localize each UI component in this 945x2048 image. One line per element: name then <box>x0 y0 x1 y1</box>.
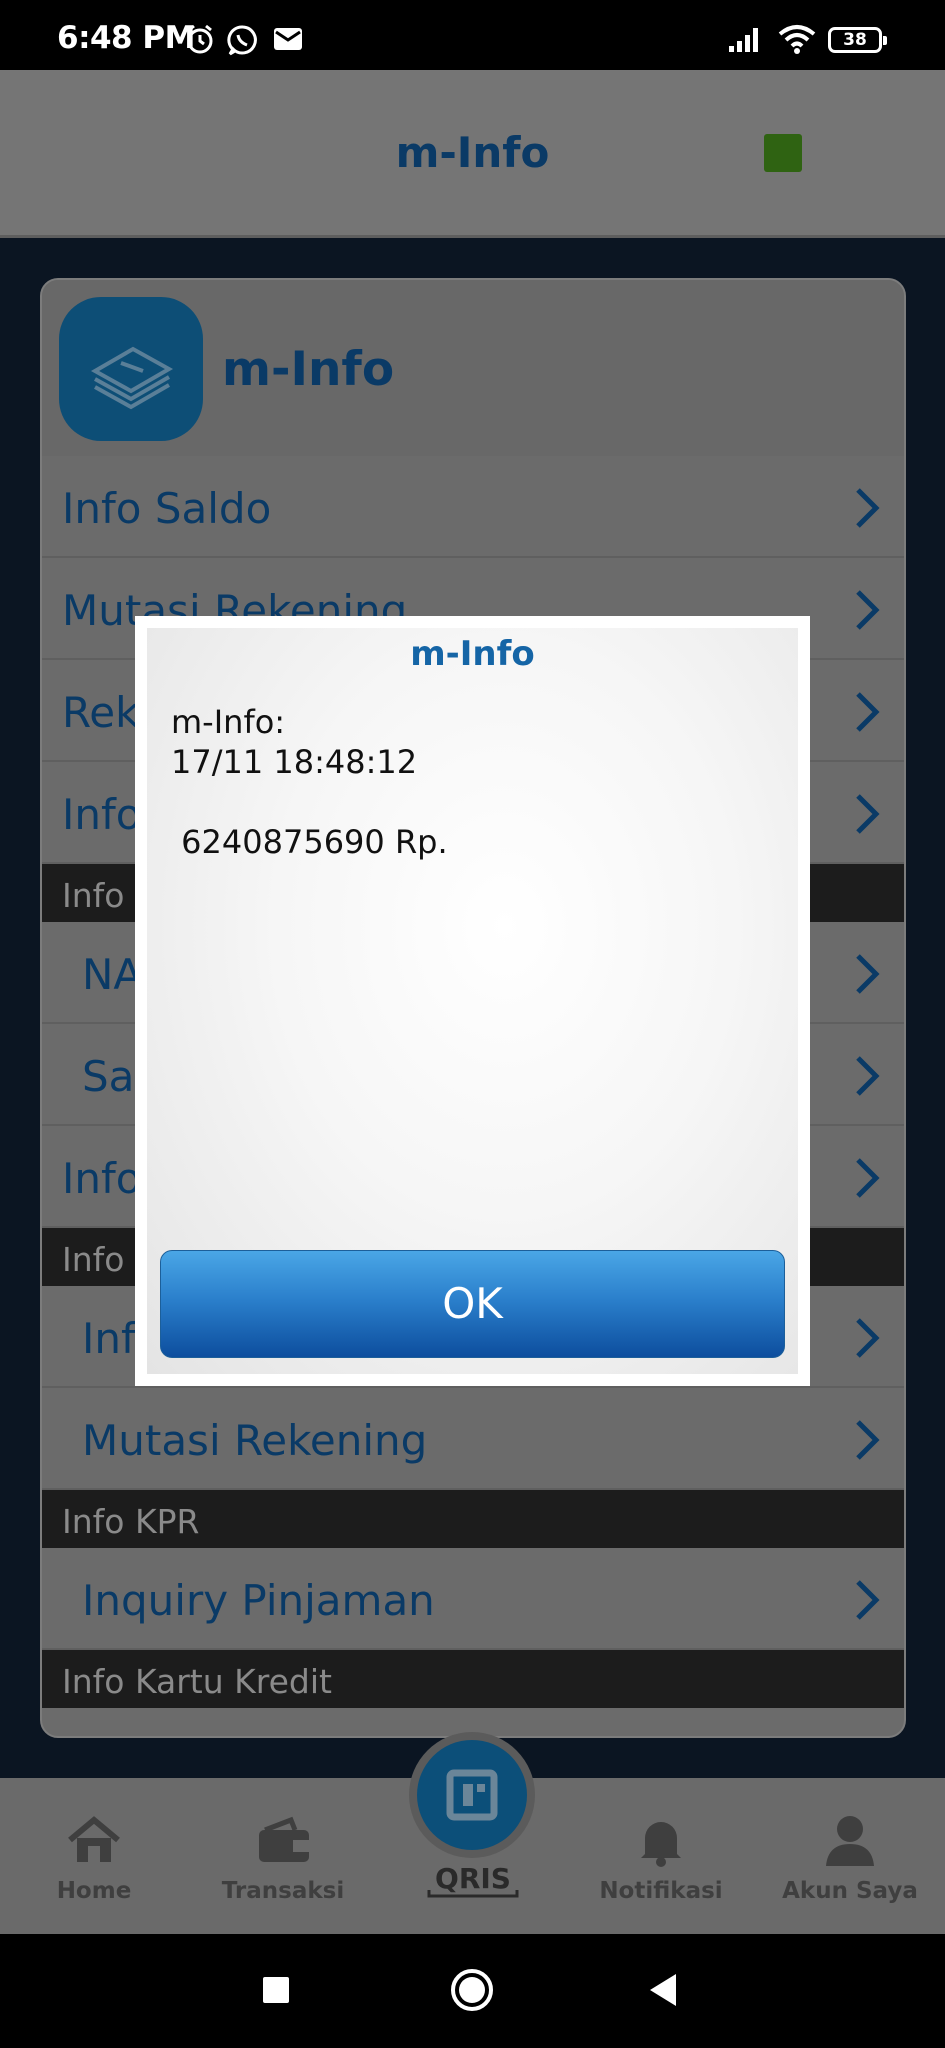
chevron-right-icon <box>856 1056 880 1096</box>
section-label: Info I <box>62 876 145 915</box>
back-icon[interactable] <box>648 1972 678 2008</box>
menu-item-label: Inquiry Pinjaman <box>82 1576 435 1625</box>
nav-label: Home <box>56 1878 132 1904</box>
nav-home[interactable]: Home <box>19 1778 169 1934</box>
home-icon <box>68 1816 120 1862</box>
card-title: m-Info <box>222 342 395 397</box>
chevron-right-icon <box>856 1318 880 1358</box>
menu-item-label: Rek <box>62 688 140 737</box>
nav-notifikasi[interactable]: Notifikasi <box>586 1778 736 1934</box>
menu-item-label: Inf <box>82 1314 136 1363</box>
qr-scan-icon <box>446 1769 498 1821</box>
section-label: Info KPR <box>62 1502 200 1541</box>
section-label: Info I <box>62 1240 145 1279</box>
system-navigation-bar <box>0 1934 945 2048</box>
section-header-kartu-kredit: Info Kartu Kredit <box>42 1650 904 1708</box>
chevron-right-icon <box>856 954 880 994</box>
menu-item-mutasi-rekening-2[interactable]: Mutasi Rekening <box>42 1388 904 1490</box>
chevron-right-icon <box>856 590 880 630</box>
status-time: 6:48 PM <box>57 20 195 56</box>
app-header: m-Info <box>0 70 945 238</box>
home-circle-icon[interactable] <box>450 1968 494 2012</box>
recents-icon[interactable] <box>262 1976 290 2004</box>
ok-button[interactable]: OK <box>160 1250 785 1358</box>
qris-inner <box>417 1740 527 1850</box>
section-header-kpr: Info KPR <box>42 1490 904 1548</box>
status-indicator <box>764 134 802 172</box>
menu-item-label: Info <box>62 1154 142 1203</box>
whatsapp-icon <box>227 25 257 56</box>
card-header: m-Info <box>42 280 904 456</box>
chevron-right-icon <box>856 488 880 528</box>
nav-label: Transaksi <box>221 1878 345 1904</box>
qris-logo: QRIS <box>427 1862 519 1898</box>
mail-icon <box>274 28 302 50</box>
nav-transaksi[interactable]: Transaksi <box>208 1778 358 1934</box>
dialog-title: m-Info <box>410 634 535 674</box>
wifi-icon <box>778 25 816 54</box>
section-label: Info Kartu Kredit <box>62 1662 332 1701</box>
nav-label: Akun Saya <box>782 1878 918 1904</box>
page-title: m-Info <box>395 128 550 177</box>
menu-item-label: Info Saldo <box>62 484 272 533</box>
chevron-right-icon <box>856 1580 880 1620</box>
money-stack-icon <box>59 297 203 441</box>
chevron-right-icon <box>856 692 880 732</box>
menu-item-label: Info <box>62 790 142 839</box>
status-bar: 6:48 PM 38 <box>0 0 945 70</box>
signal-icon <box>729 28 758 52</box>
nav-akun-saya[interactable]: Akun Saya <box>775 1778 925 1934</box>
menu-item-label: Mutasi Rekening <box>82 1416 428 1465</box>
nav-label: Notifikasi <box>599 1878 723 1904</box>
battery-icon: 38 <box>828 27 887 53</box>
info-dialog: m-Info m-Info: 17/11 18:48:12 6240875690… <box>135 616 810 1386</box>
chevron-right-icon <box>856 1420 880 1460</box>
qris-button[interactable] <box>409 1732 535 1858</box>
user-icon <box>826 1816 874 1866</box>
menu-item-info-saldo[interactable]: Info Saldo <box>42 456 904 558</box>
dialog-body: m-Info m-Info: 17/11 18:48:12 6240875690… <box>147 628 798 1374</box>
bell-icon <box>641 1822 681 1867</box>
menu-item-label: NA <box>82 950 143 999</box>
qris-logo-text: QRIS <box>435 1862 511 1895</box>
alarm-icon <box>187 24 213 54</box>
dialog-message: m-Info: 17/11 18:48:12 6240875690 Rp. <box>171 703 448 861</box>
chevron-right-icon <box>856 794 880 834</box>
menu-item-inquiry-pinjaman[interactable]: Inquiry Pinjaman <box>42 1548 904 1650</box>
wallet-icon <box>259 1816 309 1862</box>
chevron-right-icon <box>856 1158 880 1198</box>
